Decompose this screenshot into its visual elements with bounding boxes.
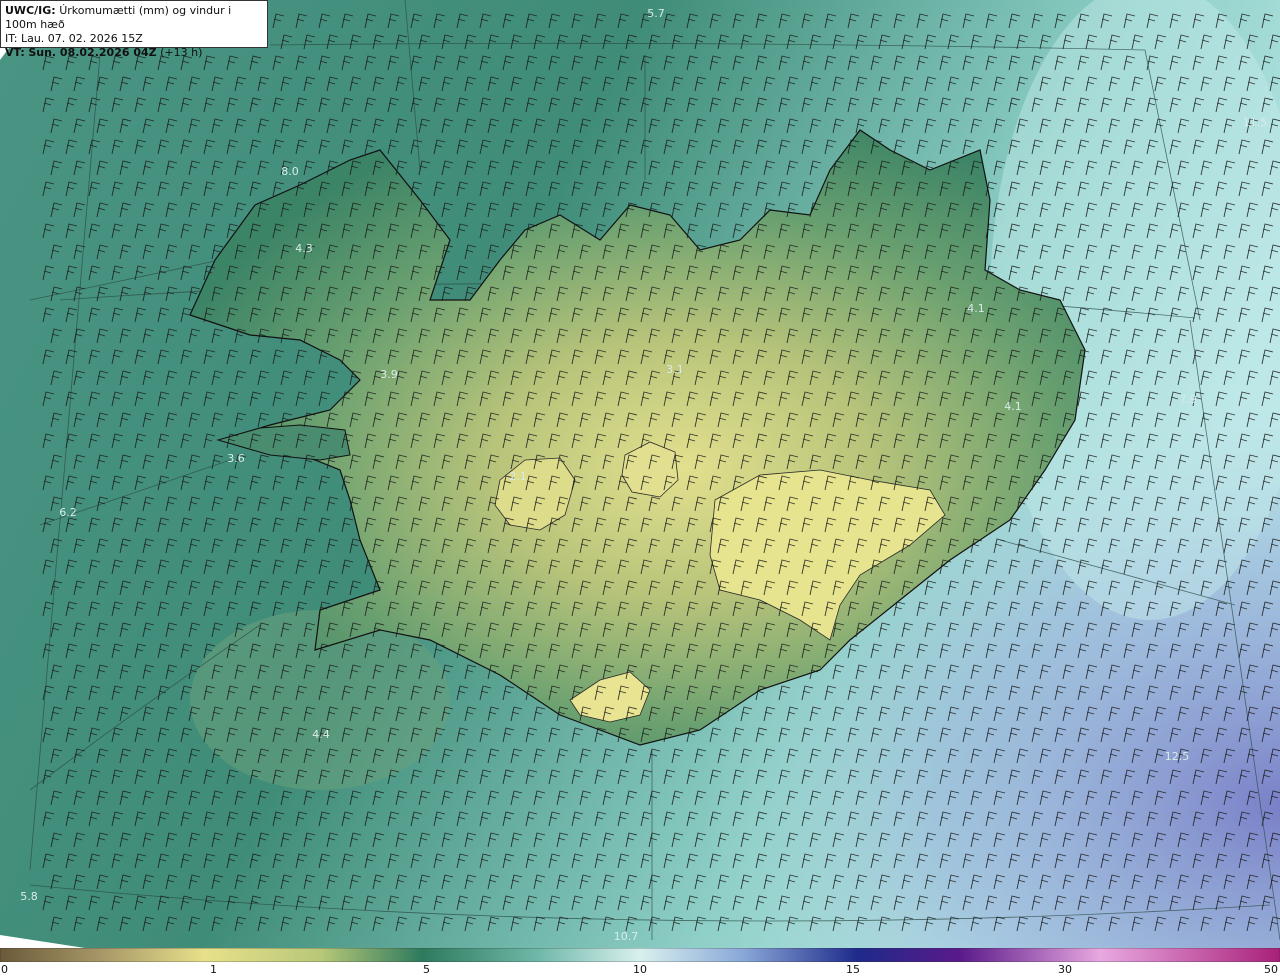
map-value-label: 4.4 bbox=[312, 728, 330, 741]
it-prefix: IT: bbox=[5, 32, 18, 45]
it-value: Lau. 07. 02. 2026 15Z bbox=[20, 32, 143, 45]
colorbar bbox=[0, 948, 1280, 962]
colorbar-tick: 1 bbox=[210, 963, 217, 976]
map-value-label: 6.2 bbox=[59, 506, 77, 519]
colorbar-tick: 5 bbox=[423, 963, 430, 976]
map-value-label: 4.1 bbox=[967, 302, 985, 315]
vt-prefix: VT: bbox=[5, 46, 25, 59]
map-value-label: 11.5 bbox=[1243, 116, 1268, 129]
colorbar-tick: 10 bbox=[633, 963, 647, 976]
map-value-label: 12.5 bbox=[1165, 750, 1190, 763]
map-value-label: 8.0 bbox=[281, 165, 299, 178]
map-value-label: 5.7 bbox=[647, 7, 665, 20]
colorbar-tick: 15 bbox=[846, 963, 860, 976]
map-title-box: UWC/IG: Úrkomumætti (mm) og vindur i 100… bbox=[0, 0, 268, 59]
map-value-label: 3.1 bbox=[666, 363, 684, 376]
map-value-label: 10.7 bbox=[614, 930, 639, 943]
map-value-label: 2.1 bbox=[509, 470, 527, 483]
vt-value: Sun. 08.02.2026 04Z bbox=[28, 46, 157, 59]
colorbar-legend: 0 1 5 10 15 30 50 bbox=[0, 948, 1280, 978]
colorbar-tick: 50 bbox=[1264, 963, 1278, 976]
colorbar-tick: 0 bbox=[1, 963, 8, 976]
map-value-label: 5.8 bbox=[20, 890, 38, 903]
map-value-label: 4.3 bbox=[295, 242, 313, 255]
map-value-label: 4.1 bbox=[1004, 400, 1022, 413]
map-value-label: 3.9 bbox=[380, 368, 398, 381]
colorbar-tick: 30 bbox=[1058, 963, 1072, 976]
map-value-label: 3.6 bbox=[227, 452, 245, 465]
vt-offset: (+13 h) bbox=[160, 46, 203, 59]
product-prefix: UWC/IG: bbox=[5, 4, 56, 17]
precipitation-map: 5.7 8.0 4.3 3.9 3.6 6.2 3.1 2.1 4.1 4.1 7.9 11.5 4.4… bbox=[0, 0, 1280, 948]
map-value-label: 7.9 bbox=[1179, 393, 1197, 406]
